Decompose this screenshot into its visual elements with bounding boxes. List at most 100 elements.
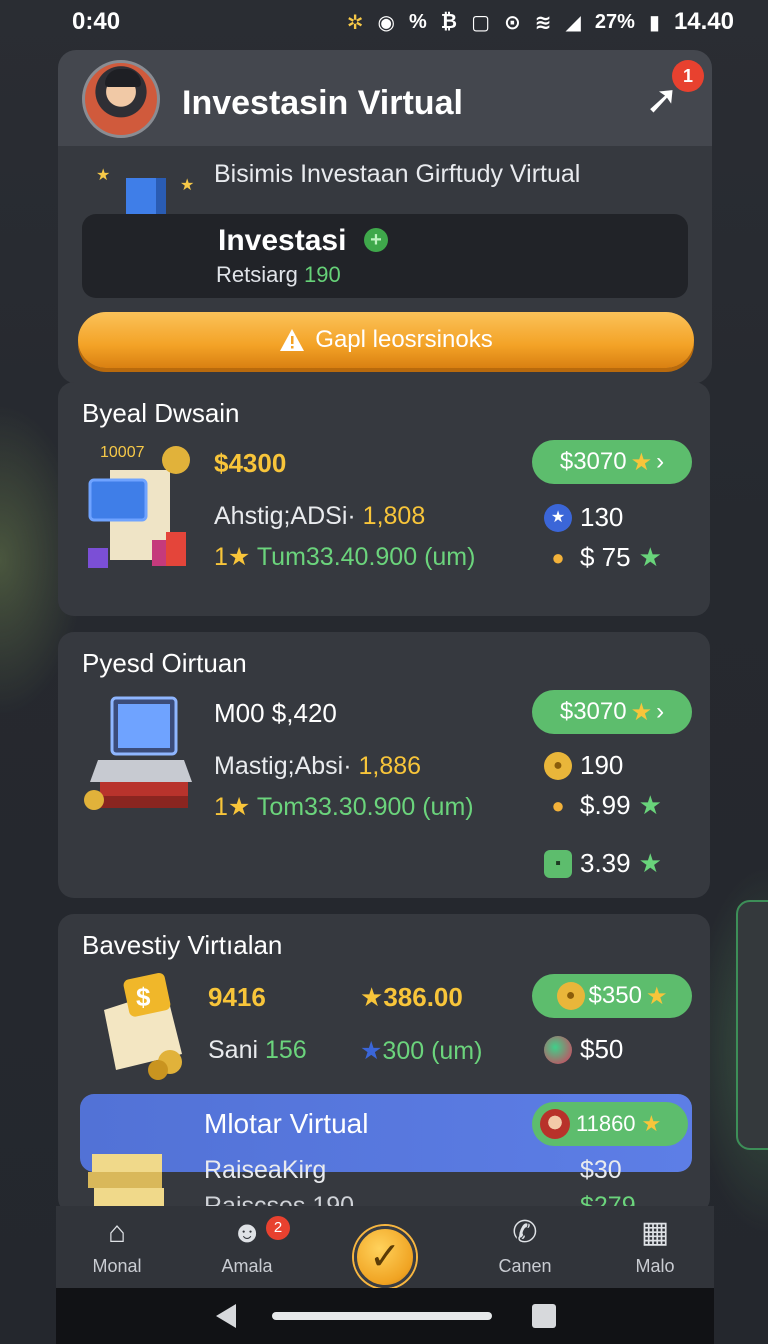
card-title: Bavestiy Virtıalan [82, 930, 283, 960]
investment-card[interactable]: Byeal Dwsain 10007 $4300 $3070 ★ › Ahsti… [58, 382, 710, 616]
chevron-right-icon: › [656, 698, 665, 725]
nav-item-malo[interactable]: ▦ Malo [600, 1216, 710, 1277]
card-mid-value: ★386.00 [360, 982, 463, 1013]
nav-label: Canen [498, 1256, 552, 1276]
avatar[interactable] [82, 60, 160, 138]
card-mid-value2: ★300 (um) [360, 1036, 482, 1066]
back-icon[interactable] [216, 1304, 236, 1328]
warning-button[interactable]: Gapl leosrsinoks [78, 312, 694, 368]
stat-value: $.99 [580, 790, 631, 820]
investment-row: Retsiarg 190 [216, 262, 341, 288]
check-icon: ✓ [369, 1236, 401, 1278]
star-icon: ★ [638, 542, 662, 572]
card-row2-prefix: 1 [214, 543, 228, 571]
star-icon: ★ [638, 790, 662, 820]
investment-summary-card[interactable]: Investasi + Retsiarg 190 [82, 214, 688, 298]
battery-icon: ▮ [648, 11, 660, 34]
card-title: Pyesd Oirtuan [82, 648, 247, 678]
books-icon [88, 1154, 164, 1206]
home-bar[interactable] [272, 1312, 492, 1320]
phone-icon: ✆ [512, 1216, 538, 1249]
square-icon: ▢ [471, 11, 490, 34]
notification-badge: 1 [672, 60, 704, 92]
nav-item-canen[interactable]: ✆ Canen [470, 1216, 580, 1277]
svg-text:★: ★ [96, 167, 110, 184]
star-icon: ★ [630, 448, 653, 476]
coin-icon: ● [556, 982, 585, 1010]
chevron-right-icon: › [656, 448, 665, 475]
user-icon: ☻ [231, 1216, 263, 1249]
card-row2-value: 156 [265, 1036, 307, 1064]
stat-row: ★ 130 [544, 502, 623, 533]
banner-pill-button[interactable]: 11860 ★ [532, 1102, 688, 1146]
stat-value: 130 [580, 502, 624, 532]
card-row2: Sani 156 [208, 1036, 307, 1065]
nav-label: Malo [635, 1256, 675, 1276]
svg-text:$: $ [136, 982, 151, 1012]
cast-icon: ⊙ [503, 11, 521, 34]
card-amount: M00 $,420 [214, 698, 337, 728]
star-icon: ★ [638, 848, 662, 878]
art-label: 10007 [100, 444, 145, 461]
hero-section: Bisimis Investaan Girftudy Virtual ★ ★ I… [58, 146, 712, 384]
price-pill-value: $350 [588, 982, 642, 1009]
card-row1-value: 1,886 [358, 752, 422, 780]
battery-text: 27% [594, 10, 635, 33]
price-pill-value: $3070 [559, 448, 627, 475]
stat-row: ● $ 75 ★ [544, 542, 662, 573]
laptop-icon [84, 696, 192, 810]
below-label: RaiseaKirg [204, 1156, 327, 1184]
card-row1-label: Mastig;Absi· [214, 752, 352, 780]
app-window: Investasin Virtual ➚ 1 Bisimis Investaan… [56, 48, 714, 1344]
clock-right: 14.40 [673, 8, 734, 35]
card-row2-label: Sani [208, 1036, 259, 1064]
price-pill-button[interactable]: $3070 ★ › [532, 690, 692, 734]
card-row2: 1★ Tum33.40.900 (um) [214, 542, 475, 572]
star-icon: ★ [227, 543, 251, 571]
card-row2-value: Tum33.40.900 (um) [256, 543, 476, 571]
card-row2-value: Tom33.30.900 (um) [256, 793, 474, 821]
bottom-nav: ⌂ Monal ☻ Amala 2 ✓ ✆ Canen ▦ Malo [56, 1206, 714, 1288]
card-row2-prefix: 1 [214, 793, 228, 821]
card-row1: Mastig;Absi· 1,886 [214, 752, 421, 781]
document-coin-icon: $ [104, 972, 182, 1080]
star-icon: ★ [360, 982, 384, 1012]
svg-text:★: ★ [180, 177, 194, 194]
avatar [540, 1109, 570, 1139]
star-icon: ★ [630, 698, 653, 726]
check-action-button[interactable]: ✓ [354, 1226, 416, 1288]
investment-title: Investasi [218, 224, 347, 257]
investment-card[interactable]: Bavestiy Virtıalan $ 9416 ★386.00 ● $350… [58, 914, 710, 1214]
status-icons: ✲ ◉ % ₿ ▢ ⊙ ≋ ◢ 27% ▮ 14.40 [347, 8, 734, 36]
stat-value: 190 [580, 750, 624, 780]
stat-value: 3.39 [580, 848, 631, 878]
nav-badge: 2 [266, 1216, 290, 1240]
nav-item-monal[interactable]: ⌂ Monal [62, 1216, 172, 1277]
investment-card[interactable]: Pyesd Oirtuan M00 $,420 $3070 ★ › Mastig… [58, 632, 710, 898]
card-row1: Ahstig;ADSi· 1,808 [214, 502, 425, 531]
star-icon: ★ [645, 982, 668, 1010]
side-peek-card[interactable] [736, 900, 768, 1150]
eye-icon: ◉ [377, 11, 395, 34]
hero-subtitle: Bisimis Investaan Girftudy Virtual [214, 160, 581, 188]
currency-icon: ₿ [440, 10, 458, 33]
stat-value: $50 [580, 1034, 624, 1064]
warning-button-label: Gapl leosrsinoks [315, 326, 493, 353]
card-title: Byeal Dwsain [82, 398, 240, 428]
banner-pill-value: 11860 [576, 1111, 636, 1136]
price-pill-button[interactable]: $3070 ★ › [532, 440, 692, 484]
star-icon: ★ [360, 1037, 383, 1065]
card-row1-label: Ahstig;ADSi· [214, 502, 356, 530]
status-time: 0:40 [72, 8, 121, 35]
add-icon[interactable]: + [364, 228, 388, 252]
nav-label: Amala [221, 1256, 273, 1276]
coins-icon: ● [551, 792, 565, 818]
below-value: $30 [580, 1156, 622, 1184]
stat-row: ● 190 [544, 750, 623, 781]
stat-row: $50 [544, 1034, 623, 1065]
nav-item-amala[interactable]: ☻ Amala 2 [192, 1216, 302, 1277]
recents-icon[interactable] [532, 1304, 556, 1328]
game-controller-icon: ▪ [544, 849, 572, 878]
price-pill-button[interactable]: ● $350 ★ [532, 974, 692, 1018]
banner-title: Mlotar Virtual [204, 1108, 369, 1139]
